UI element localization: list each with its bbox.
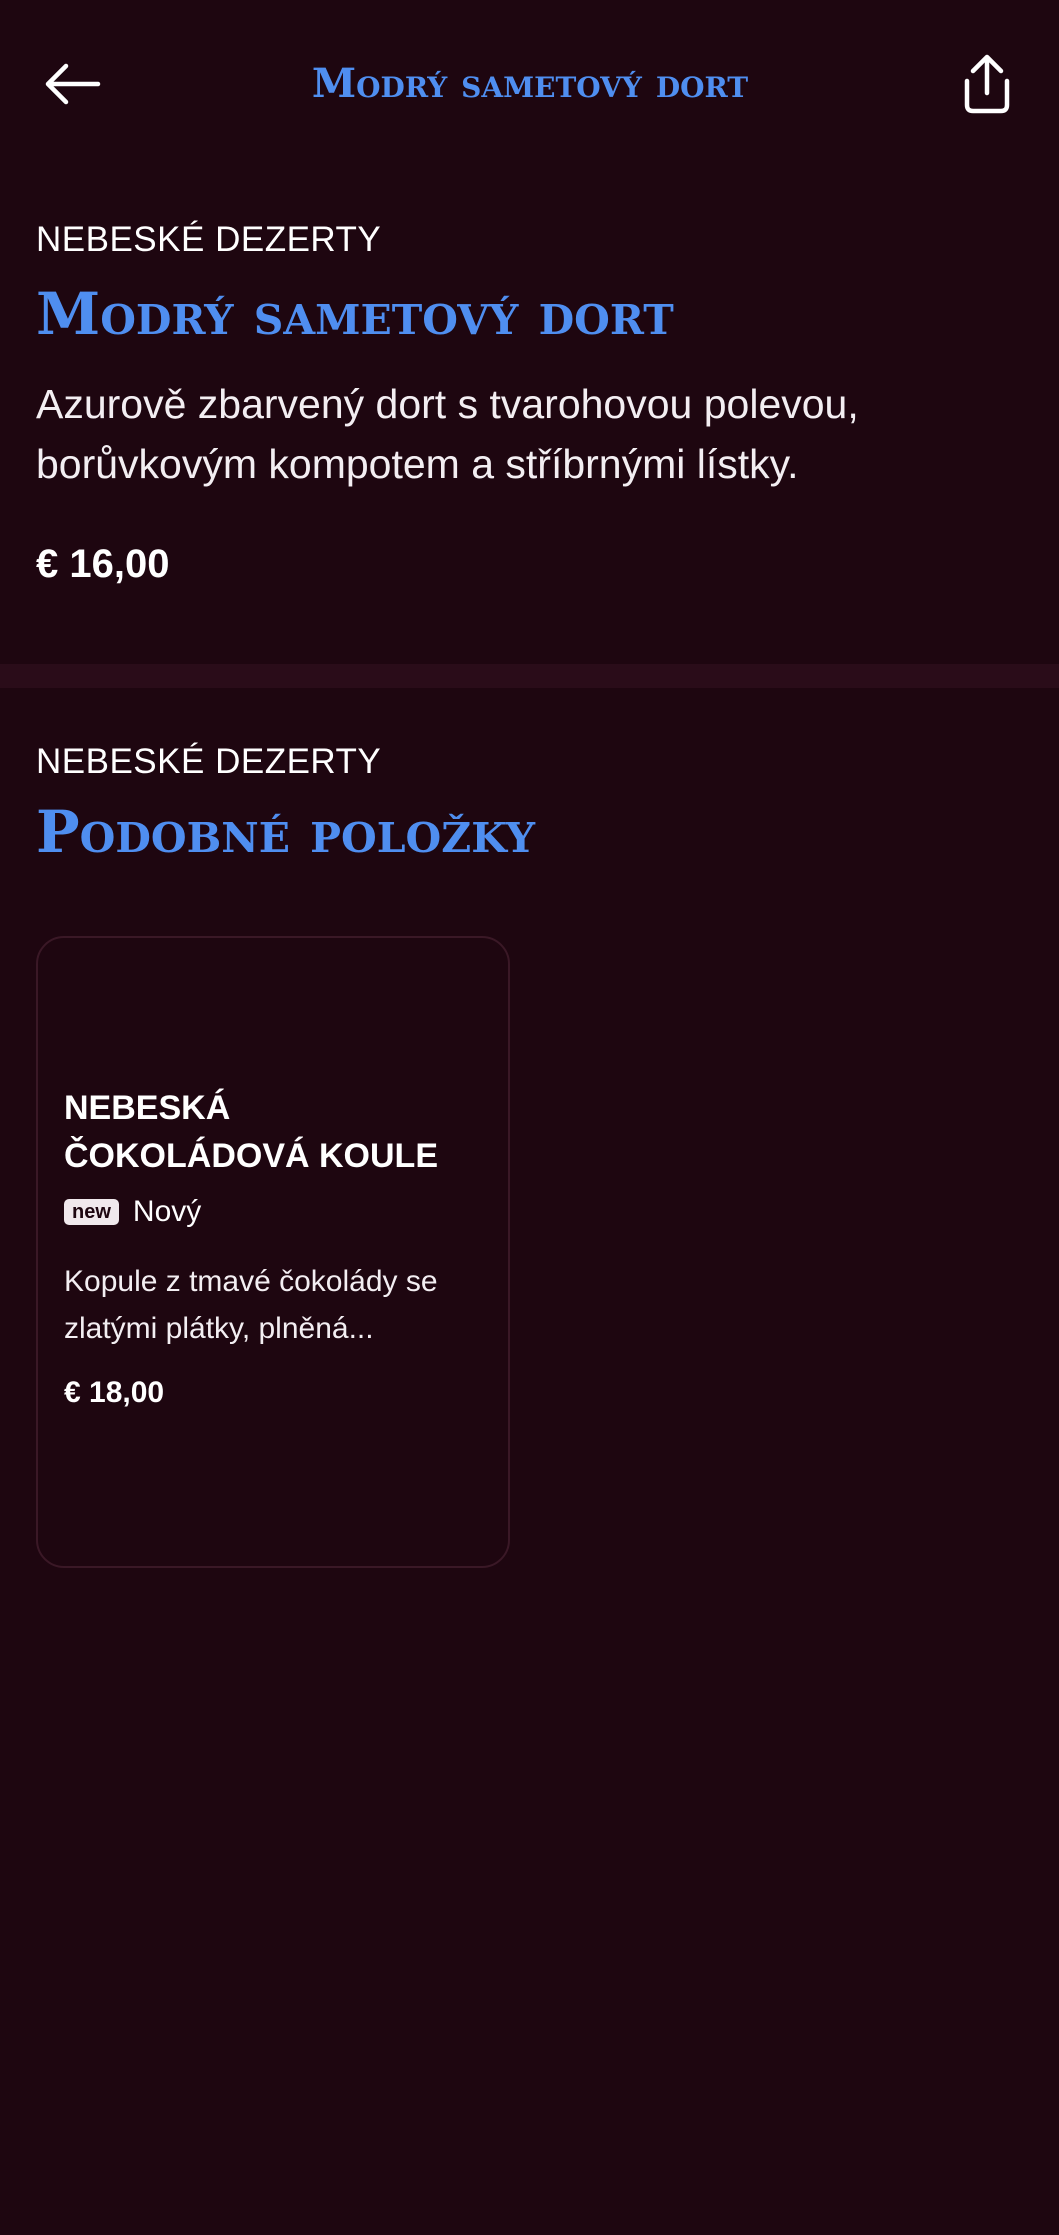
card-body: NEBESKÁ ČOKOLÁDOVÁ KOULE new Nový Kopule… (64, 1084, 484, 1414)
card-badge-row: new Nový (64, 1192, 484, 1232)
similar-category: NEBESKÉ DEZERTY (36, 742, 382, 781)
top-bar: Modrý sametový dort (0, 0, 1059, 170)
new-badge-label: Nový (132, 1195, 202, 1228)
item-detail: NEBESKÉ DEZERTY Modrý sametový dort Azur… (36, 218, 1026, 592)
item-category: NEBESKÉ DEZERTY (36, 220, 382, 259)
top-bar-title: Modrý sametový dort (311, 60, 749, 107)
section-divider (0, 664, 1059, 688)
similar-items-title: Podobné položky (36, 798, 535, 866)
card-price: € 18,00 (64, 1376, 165, 1409)
item-description: Azurově zbarvený dort s tvarohovou polev… (36, 381, 859, 487)
similar-items-section: NEBESKÉ DEZERTY Podobné položky (36, 740, 1026, 868)
share-button[interactable] (948, 48, 1026, 120)
card-title: NEBESKÁ ČOKOLÁDOVÁ KOULE (64, 1089, 438, 1175)
item-price: € 16,00 (36, 542, 170, 586)
card-description: Kopule z tmavé čokolády se zlatými plátk… (64, 1265, 438, 1345)
item-title: Modrý sametový dort (36, 280, 674, 348)
new-badge: new (64, 1199, 119, 1225)
back-button[interactable] (36, 52, 108, 116)
arrow-left-icon (42, 62, 102, 106)
share-icon (955, 53, 1019, 115)
similar-item-card[interactable]: NEBESKÁ ČOKOLÁDOVÁ KOULE new Nový Kopule… (36, 936, 510, 1568)
